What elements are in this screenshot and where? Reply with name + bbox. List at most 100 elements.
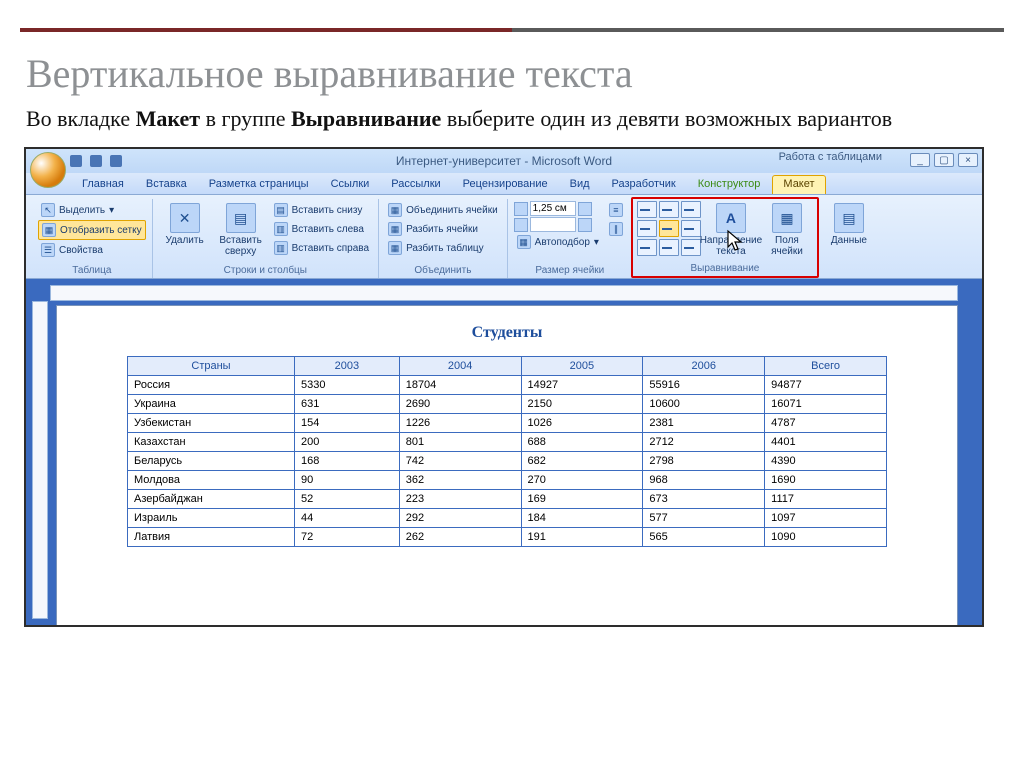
table-header[interactable]: 2004 <box>399 357 521 376</box>
align-middle-right[interactable] <box>681 220 701 237</box>
table-header[interactable]: Всего <box>765 357 887 376</box>
delete-button[interactable]: ✕Удалить <box>159 201 211 246</box>
table-row[interactable]: Россия533018704149275591694877 <box>128 376 887 395</box>
table-row[interactable]: Молдова903622709681690 <box>128 471 887 490</box>
table-row[interactable]: Азербайджан522231696731117 <box>128 490 887 509</box>
table-cell[interactable]: 1097 <box>765 509 887 528</box>
table-cell[interactable]: 184 <box>521 509 643 528</box>
tab-главная[interactable]: Главная <box>72 175 134 194</box>
close-icon[interactable]: × <box>958 153 978 167</box>
tab-конструктор[interactable]: Конструктор <box>688 175 771 194</box>
table-header[interactable]: 2005 <box>521 357 643 376</box>
table-cell[interactable]: 169 <box>521 490 643 509</box>
table-cell[interactable]: 2712 <box>643 433 765 452</box>
align-top-right[interactable] <box>681 201 701 218</box>
table-cell[interactable]: 270 <box>521 471 643 490</box>
table-header[interactable]: 2006 <box>643 357 765 376</box>
insert-left-button[interactable]: ▥Вставить слева <box>271 220 372 238</box>
table-cell[interactable]: 55916 <box>643 376 765 395</box>
table-cell[interactable]: 362 <box>399 471 521 490</box>
align-top-left[interactable] <box>637 201 657 218</box>
table-cell[interactable]: 631 <box>294 395 399 414</box>
table-cell[interactable]: 14927 <box>521 376 643 395</box>
text-direction-button[interactable]: AНаправление текста <box>705 201 757 257</box>
table-cell[interactable]: Россия <box>128 376 295 395</box>
align-middle-center[interactable] <box>659 220 679 237</box>
window-controls[interactable]: _▢× <box>910 153 978 167</box>
table-cell[interactable]: Израиль <box>128 509 295 528</box>
document-page[interactable]: Студенты Страны2003200420052006ВсегоРосс… <box>56 305 958 627</box>
table-cell[interactable]: 1090 <box>765 528 887 547</box>
table-cell[interactable]: Беларусь <box>128 452 295 471</box>
split-table-button[interactable]: ▦Разбить таблицу <box>385 239 501 257</box>
table-cell[interactable]: 688 <box>521 433 643 452</box>
tab-вставка[interactable]: Вставка <box>136 175 197 194</box>
table-cell[interactable]: 4787 <box>765 414 887 433</box>
tab-разработчик[interactable]: Разработчик <box>602 175 686 194</box>
table-cell[interactable]: 742 <box>399 452 521 471</box>
tab-рецензирование[interactable]: Рецензирование <box>453 175 558 194</box>
table-cell[interactable]: 5330 <box>294 376 399 395</box>
table-cell[interactable]: 801 <box>399 433 521 452</box>
tab-разметка страницы[interactable]: Разметка страницы <box>199 175 319 194</box>
table-cell[interactable]: 4390 <box>765 452 887 471</box>
table-row[interactable]: Украина631269021501060016071 <box>128 395 887 414</box>
align-bottom-left[interactable] <box>637 239 657 256</box>
table-cell[interactable]: 168 <box>294 452 399 471</box>
row-height-input[interactable] <box>530 201 576 216</box>
col-width-control[interactable] <box>514 217 602 232</box>
alignment-grid[interactable] <box>637 201 701 256</box>
table-header[interactable]: 2003 <box>294 357 399 376</box>
select-button[interactable]: ↖Выделить ▾ <box>38 201 146 219</box>
table-cell[interactable]: 968 <box>643 471 765 490</box>
minimize-icon[interactable]: _ <box>910 153 930 167</box>
stepper-icon[interactable] <box>578 202 592 216</box>
table-cell[interactable]: 2150 <box>521 395 643 414</box>
table-cell[interactable]: 18704 <box>399 376 521 395</box>
distribute-rows-button[interactable]: ≡ <box>606 201 626 219</box>
table-cell[interactable]: 52 <box>294 490 399 509</box>
table-cell[interactable]: 44 <box>294 509 399 528</box>
row-height-control[interactable] <box>514 201 602 216</box>
table-cell[interactable]: 262 <box>399 528 521 547</box>
insert-below-button[interactable]: ▤Вставить снизу <box>271 201 372 219</box>
table-row[interactable]: Узбекистан1541226102623814787 <box>128 414 887 433</box>
table-cell[interactable]: Узбекистан <box>128 414 295 433</box>
tab-вид[interactable]: Вид <box>560 175 600 194</box>
table-cell[interactable]: Латвия <box>128 528 295 547</box>
table-cell[interactable]: 4401 <box>765 433 887 452</box>
horizontal-ruler[interactable] <box>50 285 958 301</box>
align-bottom-center[interactable] <box>659 239 679 256</box>
table-cell[interactable]: 577 <box>643 509 765 528</box>
quick-access-toolbar[interactable] <box>70 155 122 167</box>
cell-margins-button[interactable]: ▦Поля ячейки <box>761 201 813 257</box>
tab-макет[interactable]: Макет <box>772 175 825 194</box>
table-cell[interactable]: 292 <box>399 509 521 528</box>
stepper-icon[interactable] <box>578 218 592 232</box>
undo-icon[interactable] <box>90 155 102 167</box>
table-cell[interactable]: 1690 <box>765 471 887 490</box>
table-cell[interactable]: 90 <box>294 471 399 490</box>
insert-right-button[interactable]: ▥Вставить справа <box>271 239 372 257</box>
table-header[interactable]: Страны <box>128 357 295 376</box>
insert-above-button[interactable]: ▤Вставить сверху <box>215 201 267 257</box>
table-cell[interactable]: 2798 <box>643 452 765 471</box>
table-row[interactable]: Казахстан20080168827124401 <box>128 433 887 452</box>
table-cell[interactable]: 94877 <box>765 376 887 395</box>
align-top-center[interactable] <box>659 201 679 218</box>
table-cell[interactable]: 191 <box>521 528 643 547</box>
data-table[interactable]: Страны2003200420052006ВсегоРоссия5330187… <box>127 356 887 547</box>
table-cell[interactable]: 673 <box>643 490 765 509</box>
table-cell[interactable]: 72 <box>294 528 399 547</box>
table-cell[interactable]: 1226 <box>399 414 521 433</box>
vertical-ruler[interactable] <box>32 301 48 619</box>
table-row[interactable]: Израиль442921845771097 <box>128 509 887 528</box>
table-cell[interactable]: 200 <box>294 433 399 452</box>
table-cell[interactable]: 154 <box>294 414 399 433</box>
autofit-button[interactable]: ▦Автоподбор ▾ <box>514 233 602 251</box>
table-cell[interactable]: 2381 <box>643 414 765 433</box>
tab-рассылки[interactable]: Рассылки <box>381 175 450 194</box>
table-cell[interactable]: 1117 <box>765 490 887 509</box>
table-properties-button[interactable]: ☰Свойства <box>38 241 146 259</box>
table-cell[interactable]: 223 <box>399 490 521 509</box>
